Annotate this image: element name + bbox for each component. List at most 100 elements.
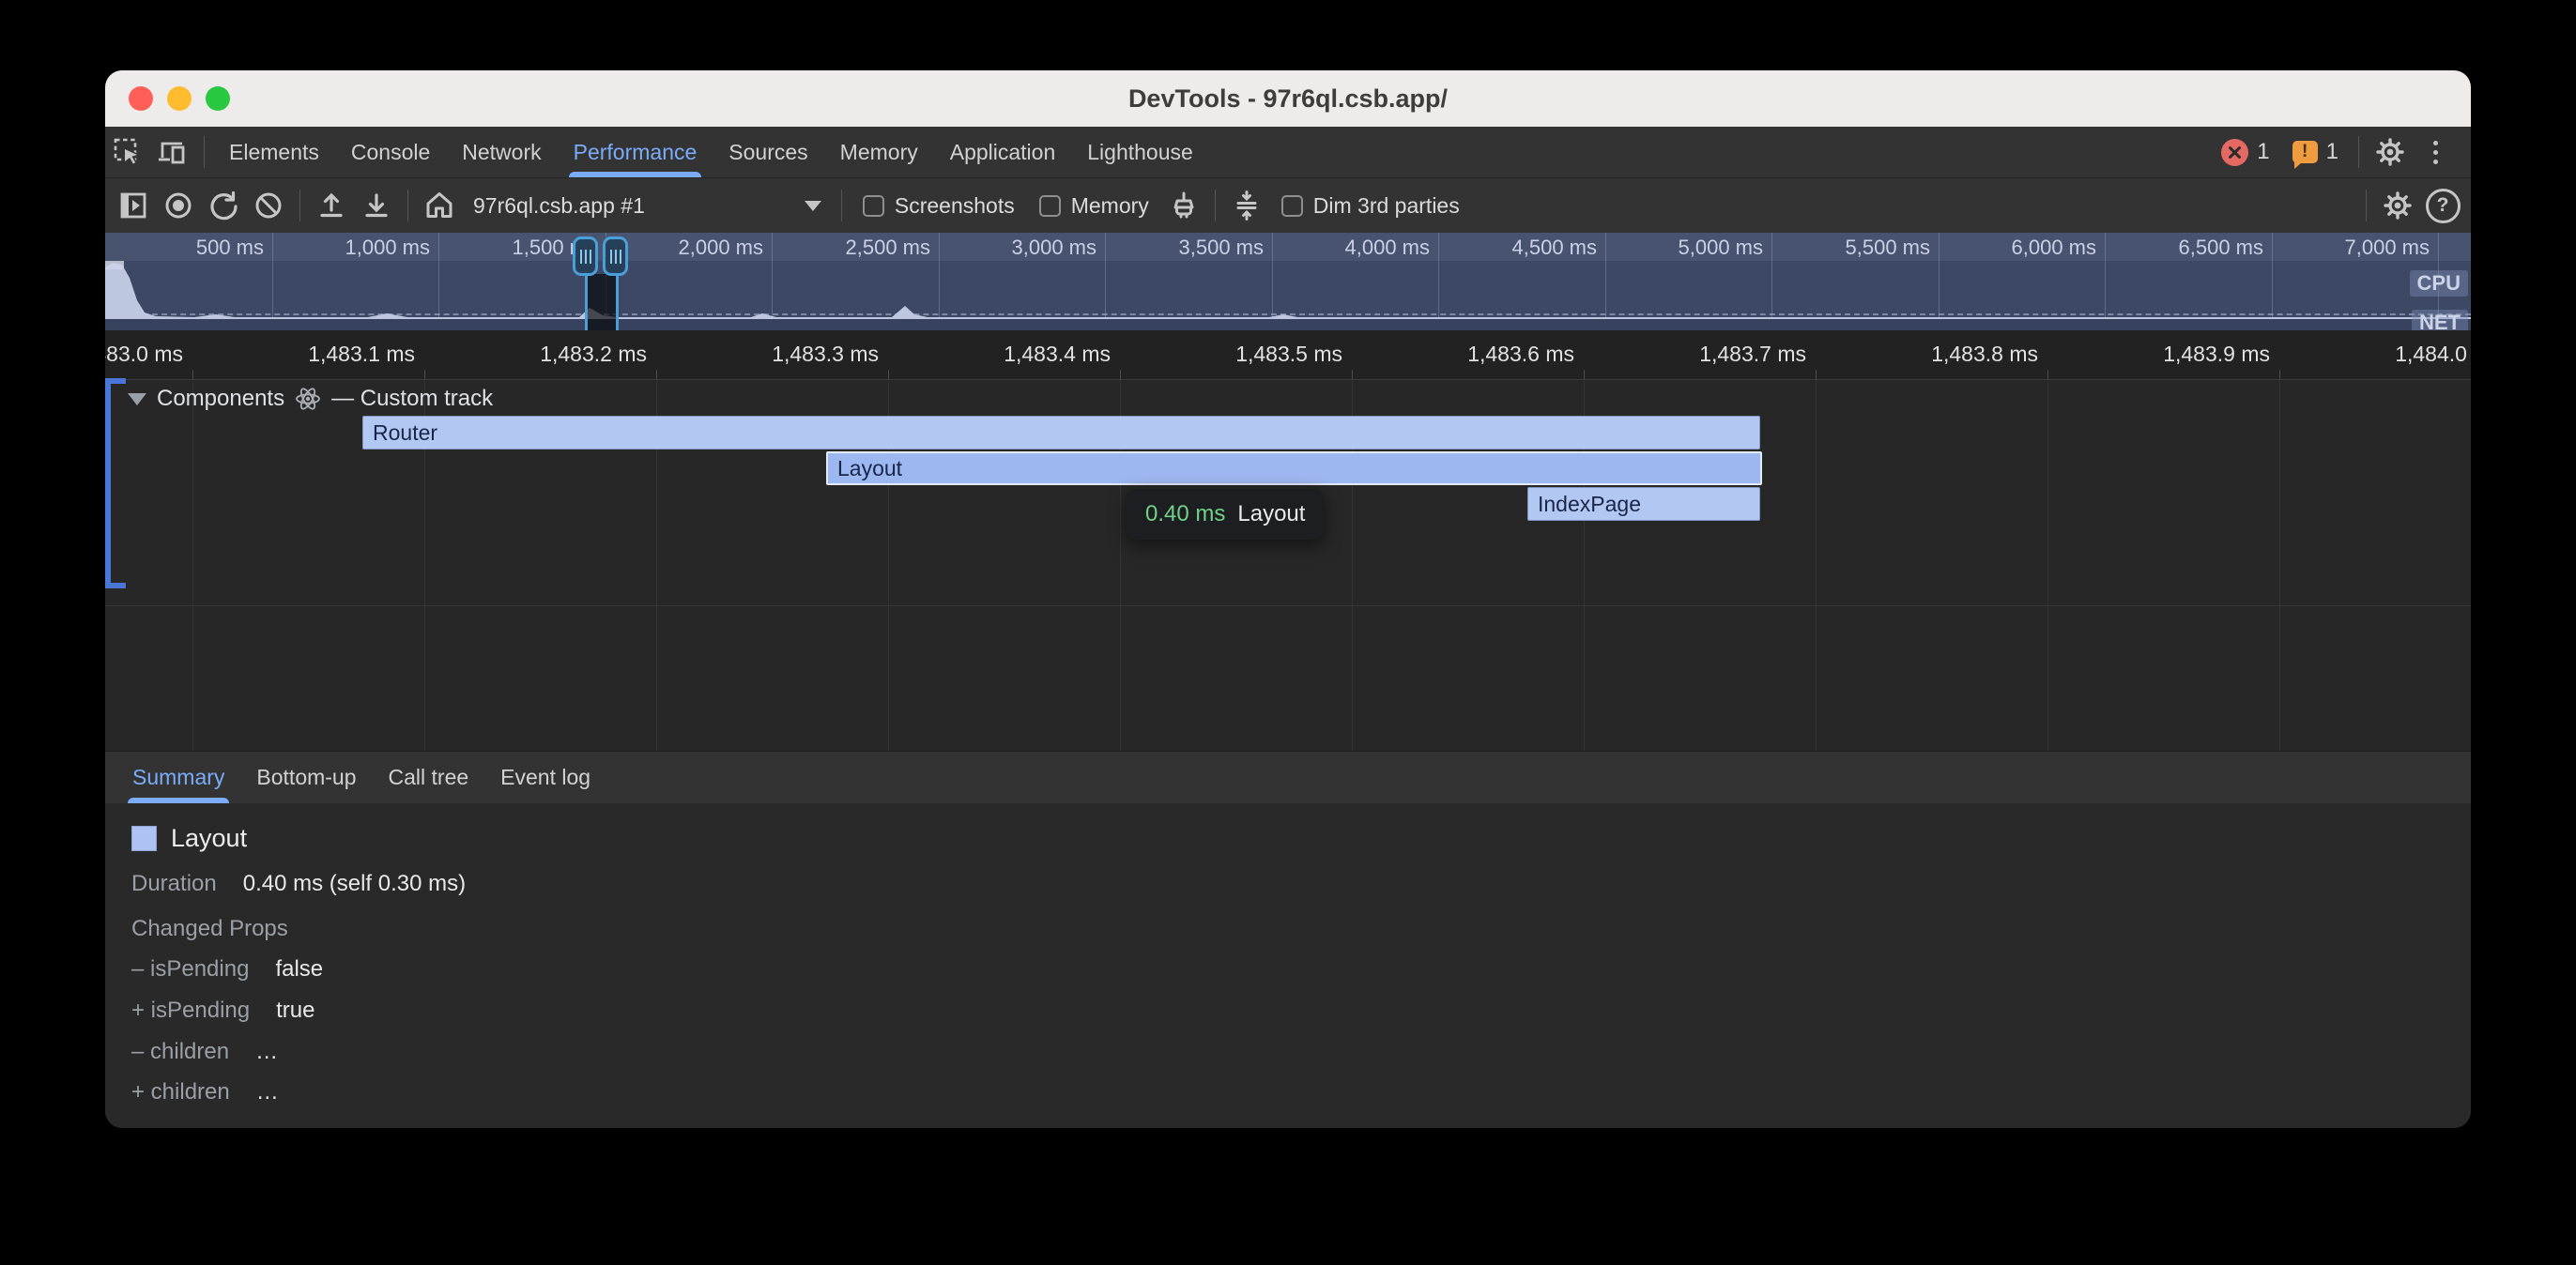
summary-event-name: Layout — [171, 824, 247, 853]
more-options-kebab-icon[interactable] — [2413, 130, 2458, 175]
ruler-tick: 1,483.1 ms — [308, 342, 424, 367]
divider — [299, 190, 300, 221]
error-icon — [2221, 139, 2248, 166]
record-and-reload-icon[interactable] — [201, 183, 246, 228]
tab-console[interactable]: Console — [335, 127, 446, 177]
issues-badge[interactable]: ! 1 — [2292, 139, 2338, 165]
selection-left-handle[interactable] — [573, 236, 598, 276]
collapse-flame-icon[interactable] — [1224, 183, 1269, 228]
flame-bar-layout[interactable]: Layout — [826, 451, 1762, 485]
tab-elements[interactable]: Elements — [213, 127, 335, 177]
minimize-window-button[interactable] — [167, 86, 192, 111]
summary-row-ispending-new: + isPendingtrue — [131, 998, 314, 1024]
download-profile-icon[interactable] — [354, 183, 399, 228]
net-lane-label: NET — [2412, 310, 2468, 330]
selection-window[interactable] — [586, 274, 618, 330]
overview-tick: 5,500 ms — [1846, 236, 1940, 260]
timeline-overview[interactable]: 500 ms 1,000 ms 1,500 ms 2,000 ms 2,500 … — [105, 233, 2471, 330]
upload-profile-icon[interactable] — [309, 183, 354, 228]
help-icon[interactable]: ? — [2420, 183, 2465, 228]
track-suffix: — Custom track — [331, 386, 493, 412]
toggle-sidebar-icon[interactable] — [111, 183, 156, 228]
flame-bar-indexpage[interactable]: IndexPage — [1527, 487, 1760, 521]
overview-tick: 2,000 ms — [679, 236, 773, 260]
cpu-baseline — [105, 313, 2471, 315]
network-lane — [105, 319, 2471, 330]
divider — [2366, 190, 2367, 221]
divider — [2358, 136, 2359, 168]
clear-icon[interactable] — [246, 183, 291, 228]
close-window-button[interactable] — [129, 86, 153, 111]
dim-3rd-parties-checkbox[interactable]: Dim 3rd parties — [1281, 193, 1460, 219]
devtools-window: DevTools - 97r6ql.csb.app/ Elements Cons… — [105, 70, 2471, 1128]
tab-summary[interactable]: Summary — [116, 752, 240, 803]
ruler-tick: 1,483.7 ms — [1699, 342, 1816, 367]
overview-tick: 6,500 ms — [2179, 236, 2273, 260]
selection-right-edge[interactable] — [616, 274, 619, 330]
divider — [841, 190, 842, 221]
collapse-track-triangle-icon[interactable] — [128, 393, 146, 405]
ruler-tick: 1,483.8 ms — [1931, 342, 2047, 367]
overview-tick: 4,000 ms — [1345, 236, 1439, 260]
detail-time-ruler: 1,483.0 ms 1,483.1 ms 1,483.2 ms 1,483.3… — [105, 330, 2471, 380]
event-color-swatch — [131, 826, 157, 851]
divider — [407, 190, 408, 221]
tab-event-log[interactable]: Event log — [484, 752, 606, 803]
checkbox-box — [1281, 195, 1303, 217]
performance-toolbar: 97r6ql.csb.app #1 Screenshots Memory — [105, 178, 2471, 233]
summary-row-children-new: + children… — [131, 1079, 279, 1105]
cpu-lane-label: CPU — [2410, 270, 2468, 297]
selection-right-handle[interactable] — [603, 236, 628, 276]
tab-lighthouse[interactable]: Lighthouse — [1071, 127, 1209, 177]
page-select-dropdown[interactable]: 97r6ql.csb.app #1 — [462, 185, 833, 226]
memory-checkbox[interactable]: Memory — [1039, 193, 1149, 219]
ruler-tick: 1,483.9 ms — [2163, 342, 2279, 367]
inspect-element-icon[interactable] — [105, 130, 150, 175]
home-icon[interactable] — [417, 183, 462, 228]
title-bar: DevTools - 97r6ql.csb.app/ — [105, 70, 2471, 128]
tab-sources[interactable]: Sources — [713, 127, 823, 177]
divider — [204, 136, 205, 168]
settings-gear-icon[interactable] — [2368, 130, 2413, 175]
tab-memory[interactable]: Memory — [824, 127, 934, 177]
components-track-header[interactable]: Components — Custom track — [128, 380, 493, 418]
ruler-tick: 1,483.4 ms — [1004, 342, 1120, 367]
traffic-lights — [129, 86, 230, 111]
issue-icon: ! — [2292, 141, 2318, 163]
summary-row-ispending-old: – isPendingfalse — [131, 956, 323, 983]
ruler-tick: 1,484.0 ms — [2395, 342, 2471, 367]
track-name: Components — [157, 386, 284, 412]
overview-tick: 3,500 ms — [1179, 236, 1273, 260]
ruler-tick: 1,483.5 ms — [1235, 342, 1352, 367]
summary-title-row: Layout — [131, 824, 247, 853]
page-select-value: 97r6ql.csb.app #1 — [473, 193, 645, 219]
maximize-window-button[interactable] — [206, 86, 230, 111]
overview-tick: 4,500 ms — [1512, 236, 1606, 260]
ruler-tick: 1,483.0 ms — [105, 342, 192, 367]
flame-bar-router[interactable]: Router — [362, 416, 1760, 450]
screenshots-checkbox[interactable]: Screenshots — [863, 193, 1015, 219]
react-atom-icon — [295, 386, 321, 412]
window-title: DevTools - 97r6ql.csb.app/ — [1128, 84, 1448, 114]
overview-tick: 500 ms — [196, 236, 272, 260]
flame-tooltip: 0.40 ms Layout — [1127, 489, 1324, 540]
tab-bottom-up[interactable]: Bottom-up — [240, 752, 372, 803]
ruler-tick: 1,483.6 ms — [1467, 342, 1584, 367]
tooltip-label: Layout — [1237, 501, 1305, 527]
summary-pane: Layout Duration0.40 ms (self 0.30 ms) Ch… — [105, 803, 2471, 1128]
flame-chart[interactable]: Components — Custom track Router Layout … — [105, 380, 2471, 751]
tab-call-tree[interactable]: Call tree — [373, 752, 485, 803]
tab-application[interactable]: Application — [934, 127, 1072, 177]
cpu-activity-chart — [105, 261, 2471, 319]
capture-settings-gear-icon[interactable] — [2375, 183, 2420, 228]
tab-performance[interactable]: Performance — [558, 127, 713, 177]
details-tabbar: Summary Bottom-up Call tree Event log — [105, 751, 2471, 803]
collect-garbage-icon[interactable] — [1161, 183, 1206, 228]
device-toolbar-icon[interactable] — [150, 130, 195, 175]
console-errors-badge[interactable]: 1 — [2221, 139, 2269, 166]
tab-network[interactable]: Network — [446, 127, 557, 177]
record-icon[interactable] — [156, 183, 201, 228]
summary-row-children-old: – children… — [131, 1039, 278, 1065]
chevron-down-icon — [805, 201, 821, 211]
selection-left-edge[interactable] — [585, 274, 588, 330]
